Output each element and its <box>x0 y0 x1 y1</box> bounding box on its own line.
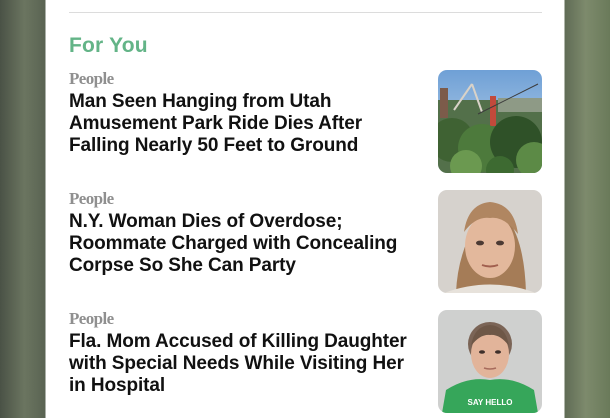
mugshot-woman-photo <box>438 190 542 293</box>
story-headline[interactable]: Fla. Mom Accused of Killing Daughter wit… <box>69 331 424 397</box>
top-divider <box>69 12 542 13</box>
story-thumbnail[interactable] <box>438 190 542 293</box>
story-item[interactable]: People Man Seen Hanging from Utah Amusem… <box>69 69 542 173</box>
mugshot-mom-photo: SAY HELLO <box>438 310 542 413</box>
shirt-text: SAY HELLO <box>468 398 513 407</box>
story-thumbnail[interactable]: SAY HELLO <box>438 310 542 413</box>
publisher-logo: People <box>69 69 114 88</box>
story-headline[interactable]: N.Y. Woman Dies of Overdose; Roommate Ch… <box>69 211 424 277</box>
publisher-logo: People <box>69 309 114 328</box>
story-item[interactable]: People N.Y. Woman Dies of Overdose; Room… <box>69 189 542 293</box>
publisher-logo: People <box>69 189 114 208</box>
section-title: For You <box>69 34 148 57</box>
news-card: For You People Man Seen Hanging from Uta… <box>46 0 564 418</box>
amusement-park-photo <box>438 70 542 173</box>
story-headline[interactable]: Man Seen Hanging from Utah Amusement Par… <box>69 91 424 157</box>
story-item[interactable]: People Fla. Mom Accused of Killing Daugh… <box>69 309 542 413</box>
story-thumbnail[interactable] <box>438 70 542 173</box>
